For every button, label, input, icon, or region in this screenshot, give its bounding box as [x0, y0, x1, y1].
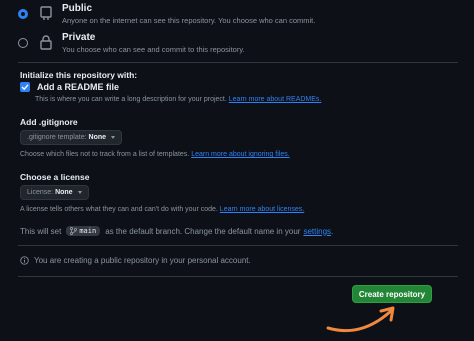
- readme-label: Add a README file: [37, 82, 120, 92]
- public-title: Public: [62, 3, 93, 14]
- branch-middle: as the default branch. Change the defaul…: [105, 226, 301, 236]
- visibility-notice: You are creating a public repository in …: [20, 256, 251, 265]
- readme-checkbox[interactable]: [20, 82, 30, 92]
- license-learn-more-link[interactable]: Learn more about licenses.: [220, 206, 304, 213]
- default-branch-note: This will set main as the default branch…: [20, 226, 333, 236]
- gitignore-select-prefix: .gitignore template:: [27, 134, 87, 141]
- info-icon: [20, 256, 29, 265]
- gitignore-heading: Add .gitignore: [20, 117, 78, 127]
- branch-name: main: [79, 227, 97, 235]
- license-heading: Choose a license: [20, 172, 90, 182]
- gitignore-help: Choose which files not to track from a l…: [20, 151, 290, 158]
- gitignore-description: Choose which files not to track from a l…: [20, 151, 190, 158]
- settings-link[interactable]: settings: [303, 227, 331, 236]
- readme-option[interactable]: Add a README file: [20, 82, 119, 92]
- branch-pill: main: [66, 226, 101, 236]
- notice-text: You are creating a public repository in …: [34, 256, 251, 265]
- chevron-down-icon: [111, 136, 116, 139]
- gitignore-learn-more-link[interactable]: Learn more about ignoring files.: [191, 151, 289, 158]
- license-select-prefix: License:: [27, 189, 54, 196]
- readme-help: This is where you can write a long descr…: [35, 96, 321, 103]
- divider: [18, 62, 458, 63]
- annotation-arrow-icon: [326, 306, 395, 333]
- gitignore-select-value: None: [88, 134, 107, 141]
- private-description: You choose who can see and commit to thi…: [62, 45, 245, 54]
- visibility-public-option[interactable]: Public Anyone on the internet can see th…: [18, 3, 315, 26]
- divider: [18, 245, 458, 246]
- license-help: A license tells others what they can and…: [20, 206, 304, 213]
- git-branch-icon: [70, 227, 78, 235]
- lock-icon: [40, 35, 52, 50]
- license-select-value: None: [55, 189, 73, 196]
- public-radio[interactable]: [18, 9, 28, 19]
- chevron-down-icon: [77, 191, 82, 194]
- readme-description: This is where you can write a long descr…: [35, 96, 227, 103]
- branch-suffix: .: [331, 226, 334, 236]
- visibility-private-option[interactable]: Private You choose who can see and commi…: [18, 32, 245, 55]
- license-select[interactable]: License: None: [20, 185, 89, 200]
- private-title: Private: [62, 32, 96, 43]
- license-description: A license tells others what they can and…: [20, 206, 218, 213]
- gitignore-template-select[interactable]: .gitignore template: None: [20, 130, 123, 145]
- initialize-heading: Initialize this repository with:: [20, 70, 138, 80]
- public-description: Anyone on the internet can see this repo…: [62, 16, 316, 25]
- readme-learn-more-link[interactable]: Learn more about READMEs.: [229, 96, 322, 103]
- new-repo-form: Public Anyone on the internet can see th…: [0, 0, 474, 341]
- branch-prefix: This will set: [20, 226, 62, 236]
- check-icon: [21, 84, 29, 91]
- divider: [18, 276, 458, 277]
- repo-icon: [40, 6, 52, 20]
- private-radio[interactable]: [18, 38, 28, 48]
